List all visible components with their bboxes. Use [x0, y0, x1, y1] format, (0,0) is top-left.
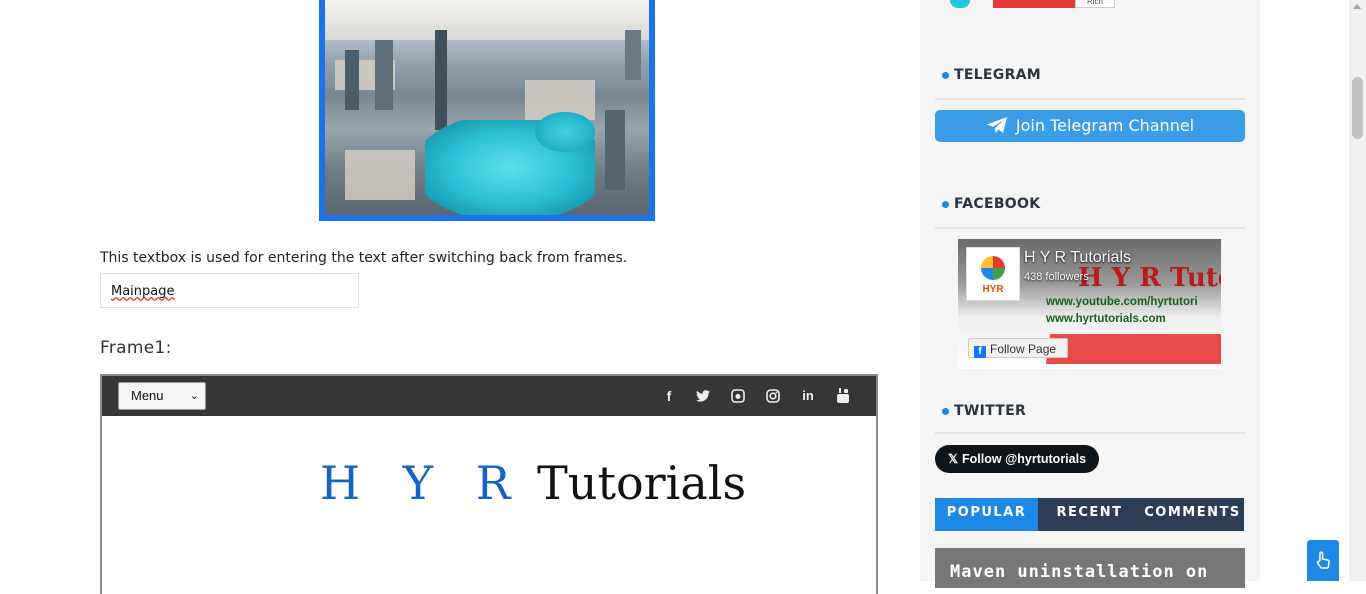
facebook-widget-title: FACEBOOK: [942, 196, 1040, 212]
dubai-aerial-image: [319, 0, 655, 221]
youtube-icon[interactable]: [833, 386, 853, 406]
instagram-icon[interactable]: [763, 386, 783, 406]
hyr-logo: H Y R Tutorials: [320, 456, 746, 510]
fb-banner-title: H Y R Tutoria: [1078, 263, 1221, 293]
logo-hyr-text: H Y R: [320, 456, 525, 510]
facebook-icon: f: [974, 346, 986, 358]
divider: [935, 98, 1245, 100]
github-icon[interactable]: [728, 386, 748, 406]
top-widget-button[interactable]: [993, 0, 1075, 8]
page-scrollbar[interactable]: [1349, 0, 1366, 581]
posts-tabs: POPULAR RECENT COMMENTS: [935, 498, 1244, 531]
join-telegram-button[interactable]: Join Telegram Channel: [935, 110, 1245, 142]
bullet-icon: [942, 200, 949, 208]
x-follow-button[interactable]: 𝕏 Follow @hyrtutorials: [935, 445, 1099, 473]
divider: [935, 227, 1245, 229]
sidebar: Rich TELEGRAM Join Telegram Channel FACE…: [920, 0, 1260, 588]
x-logo-icon: 𝕏: [947, 452, 959, 466]
telegram-icon: [986, 110, 1008, 142]
main-content: This textbox is used for entering the te…: [0, 0, 920, 594]
twitter-widget-title: TWITTER: [942, 403, 1026, 419]
bullet-icon: [942, 71, 949, 79]
chevron-down-icon: ⌄: [189, 390, 199, 402]
tab-popular[interactable]: POPULAR: [935, 498, 1038, 531]
menu-select[interactable]: Menu ⌄: [118, 382, 206, 410]
facebook-icon[interactable]: f: [659, 386, 679, 406]
follow-page-button[interactable]: f Follow Page: [968, 338, 1068, 358]
logo-tutorials-text: Tutorials: [537, 456, 747, 510]
red-brush-stroke: [1045, 334, 1221, 364]
scroll-thumb[interactable]: [1352, 77, 1363, 139]
frames-description: This textbox is used for entering the te…: [100, 250, 628, 266]
main-textbox[interactable]: Mainpage: [100, 273, 359, 308]
frame-navbar: Menu ⌄ f in: [102, 376, 876, 416]
scroll-top-button[interactable]: [1307, 540, 1339, 581]
fb-banner-url-youtube: www.youtube.com/hyrtutori: [1046, 296, 1198, 308]
scroll-up-arrow-icon[interactable]: [1353, 4, 1361, 9]
join-telegram-label: Join Telegram Channel: [1015, 116, 1195, 135]
hyr-logo-icon: [981, 256, 1005, 280]
frame1-label: Frame1:: [100, 338, 172, 358]
linkedin-icon[interactable]: in: [798, 386, 818, 406]
fb-banner-url-site: www.hyrtutorials.com: [1046, 313, 1166, 325]
hyr-page-logo[interactable]: HYR: [966, 247, 1020, 301]
post-title-link[interactable]: Maven uninstallation on: [935, 548, 1245, 588]
fb-followers-count: 438 followers: [1024, 271, 1089, 283]
bullet-icon: [942, 407, 949, 415]
twitter-icon[interactable]: [693, 386, 713, 406]
top-widget-count: Rich: [1075, 0, 1115, 8]
telegram-widget-title: TELEGRAM: [942, 67, 1041, 83]
fb-page-name[interactable]: H Y R Tutorials: [1024, 249, 1131, 267]
hand-pointer-icon: [1315, 550, 1331, 570]
facebook-page-embed[interactable]: H Y R Tutoria www.youtube.com/hyrtutori …: [958, 239, 1221, 369]
tab-comments[interactable]: COMMENTS: [1141, 498, 1244, 531]
textbox-value: Mainpage: [111, 284, 175, 299]
divider: [935, 432, 1245, 434]
top-widget-icon: [950, 0, 970, 8]
menu-select-label: Menu: [131, 388, 164, 403]
frame1-iframe[interactable]: Menu ⌄ f in H Y R Tutorials: [100, 374, 878, 594]
tab-recent[interactable]: RECENT: [1038, 498, 1141, 531]
